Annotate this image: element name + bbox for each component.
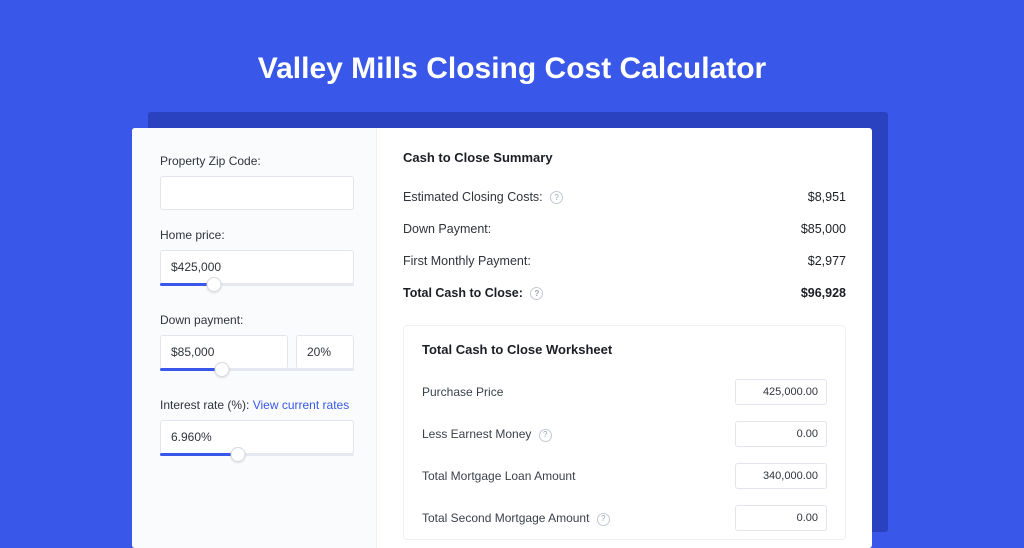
summary-total-value: $96,928 [801,286,846,300]
home-price-label: Home price: [160,228,354,242]
worksheet-row-second-mortgage: Total Second Mortgage Amount ? 0.00 [422,497,827,539]
summary-row-first-payment: First Monthly Payment: $2,977 [403,245,846,277]
field-home-price: Home price: [160,228,354,295]
worksheet-label: Total Mortgage Loan Amount [422,469,575,483]
worksheet-value[interactable]: 0.00 [735,421,827,447]
summary-label: Estimated Closing Costs: ? [403,190,563,204]
calculator-card: Property Zip Code: Home price: Down paym… [132,128,872,548]
zip-input[interactable] [160,176,354,210]
home-price-input[interactable] [160,250,354,284]
interest-rate-label: Interest rate (%): View current rates [160,398,354,412]
help-icon[interactable]: ? [597,513,610,526]
worksheet-label: Total Second Mortgage Amount ? [422,511,610,525]
worksheet-row-earnest-money: Less Earnest Money ? 0.00 [422,413,827,455]
inputs-panel: Property Zip Code: Home price: Down paym… [132,128,377,548]
view-rates-link[interactable]: View current rates [253,398,350,412]
worksheet-value[interactable]: 340,000.00 [735,463,827,489]
interest-rate-slider[interactable] [160,453,354,465]
summary-row-total: Total Cash to Close: ? $96,928 [403,277,846,309]
field-down-payment: Down payment: [160,313,354,380]
summary-total-label: Total Cash to Close: ? [403,286,543,300]
worksheet-title: Total Cash to Close Worksheet [422,342,827,357]
field-zip: Property Zip Code: [160,154,354,210]
slider-fill [160,368,222,371]
down-payment-slider[interactable] [160,368,354,380]
home-price-slider[interactable] [160,283,354,295]
zip-label: Property Zip Code: [160,154,354,168]
worksheet-value[interactable]: 425,000.00 [735,379,827,405]
summary-title: Cash to Close Summary [403,150,846,165]
slider-thumb[interactable] [215,362,230,377]
help-icon[interactable]: ? [530,287,543,300]
slider-thumb[interactable] [230,447,245,462]
summary-value: $85,000 [801,222,846,236]
field-interest-rate: Interest rate (%): View current rates [160,398,354,465]
worksheet-value[interactable]: 0.00 [735,505,827,531]
worksheet-label-text: Less Earnest Money [422,427,531,441]
worksheet-label: Purchase Price [422,385,503,399]
worksheet-row-purchase-price: Purchase Price 425,000.00 [422,371,827,413]
worksheet-label: Less Earnest Money ? [422,427,552,441]
slider-thumb[interactable] [207,277,222,292]
summary-value: $8,951 [808,190,846,204]
results-panel: Cash to Close Summary Estimated Closing … [377,128,872,548]
worksheet-panel: Total Cash to Close Worksheet Purchase P… [403,325,846,540]
summary-total-label-text: Total Cash to Close: [403,286,523,300]
slider-fill [160,453,238,456]
summary-label: First Monthly Payment: [403,254,531,268]
help-icon[interactable]: ? [550,191,563,204]
help-icon[interactable]: ? [539,429,552,442]
page-title: Valley Mills Closing Cost Calculator [0,0,1024,116]
down-payment-label: Down payment: [160,313,354,327]
interest-rate-label-text: Interest rate (%): [160,398,249,412]
summary-row-closing-costs: Estimated Closing Costs: ? $8,951 [403,181,846,213]
down-payment-pct-input[interactable] [296,335,354,369]
summary-value: $2,977 [808,254,846,268]
interest-rate-input[interactable] [160,420,354,454]
summary-row-down-payment: Down Payment: $85,000 [403,213,846,245]
worksheet-row-loan-amount: Total Mortgage Loan Amount 340,000.00 [422,455,827,497]
summary-label: Down Payment: [403,222,491,236]
summary-label-text: Estimated Closing Costs: [403,190,543,204]
worksheet-label-text: Total Second Mortgage Amount [422,511,589,525]
